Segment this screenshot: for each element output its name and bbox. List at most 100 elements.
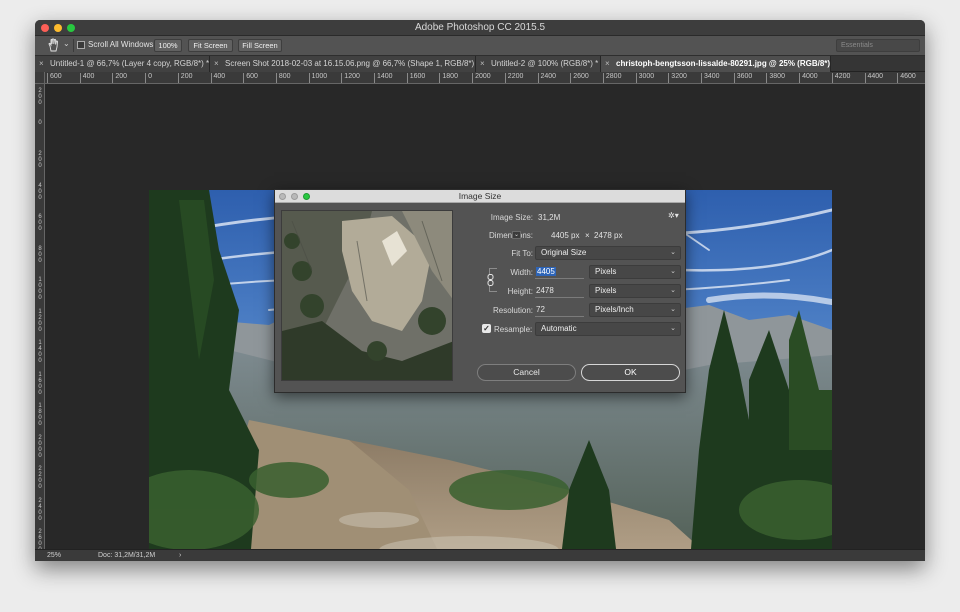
dialog-title: Image Size <box>458 191 502 201</box>
image-size-dialog: Image Size Image Size: 31,2M ✲▾ Dimensio… <box>274 189 686 393</box>
close-icon[interactable]: × <box>214 56 219 71</box>
ruler-corner[interactable] <box>35 72 45 84</box>
width-unit-select[interactable]: Pixels ⌄ <box>589 265 681 279</box>
chevron-down-icon: ⌄ <box>670 249 676 256</box>
ruler-tick-label: 6 0 0 <box>38 214 42 232</box>
ruler-tick-label: 2800 <box>602 73 621 83</box>
ruler-tick-label: 3400 <box>701 73 720 83</box>
ruler-tick-label: 4400 <box>864 73 883 83</box>
ruler-tick-label: 2000 <box>472 73 491 83</box>
ruler-tick-label: 800 <box>275 73 291 83</box>
ruler-tick-label: 0 <box>145 73 152 83</box>
zoom-level[interactable]: 25% <box>47 550 61 561</box>
ruler-tick-label: 1000 <box>308 73 327 83</box>
resample-select[interactable]: Automatic ⌄ <box>535 322 681 336</box>
width-unit: Pixels <box>595 267 617 276</box>
zoom-100-button[interactable]: 100% <box>154 39 182 52</box>
chevron-down-icon[interactable]: ⌄ <box>512 231 521 239</box>
height-unit-select[interactable]: Pixels ⌄ <box>589 284 681 298</box>
gear-icon[interactable]: ✲▾ <box>668 211 679 220</box>
dimensions-label: Dimensions: <box>488 231 533 240</box>
resolution-unit: Pixels/Inch <box>595 305 634 314</box>
ruler-tick-label: 2 0 0 <box>38 151 42 169</box>
tab-label: Untitled-2 @ 100% (RGB/8*) * <box>491 59 599 68</box>
ruler-tick-label: 3200 <box>668 73 687 83</box>
dialog-close-button[interactable] <box>279 193 286 200</box>
dialog-minimize-button[interactable] <box>291 193 298 200</box>
ruler-tick-label: 400 <box>79 73 94 83</box>
fit-to-select[interactable]: Original Size ⌄ <box>535 246 681 260</box>
height-label: Height: <box>507 287 533 296</box>
window-title: Adobe Photoshop CC 2015.5 <box>414 22 546 33</box>
tab-label: Screen Shot 2018-02-03 at 16.15.06.png @… <box>225 59 476 68</box>
fit-screen-button[interactable]: Fit Screen <box>188 39 233 52</box>
tab-label: Untitled-1 @ 66,7% (Layer 4 copy, RGB/8*… <box>50 59 210 68</box>
vertical-ruler[interactable]: 2 0 0 0 2 0 0 4 0 0 6 0 0 8 0 0 1 0 0 0 1 2 0 0… <box>35 84 45 553</box>
ruler-tick-label: 4000 <box>799 73 818 83</box>
resample-value: Automatic <box>541 324 577 333</box>
resolution-label: Resolution: <box>492 306 533 315</box>
tab-label: christoph-bengtsson-lissalde-80291.jpg @… <box>616 59 831 68</box>
height-unit: Pixels <box>595 286 617 295</box>
ruler-tick-label: 2600 <box>570 73 589 83</box>
fit-to-label: Fit To: <box>511 249 533 258</box>
document-tabs: × Untitled-1 @ 66,7% (Layer 4 copy, RGB/… <box>35 56 925 72</box>
ruler-tick-label: 3600 <box>733 73 752 83</box>
ruler-tick-label: 4600 <box>897 73 916 83</box>
tab-untitled-1[interactable]: × Untitled-1 @ 66,7% (Layer 4 copy, RGB/… <box>35 56 210 72</box>
ruler-tick-label: 1 8 0 0 <box>38 403 42 427</box>
resolution-unit-select[interactable]: Pixels/Inch ⌄ <box>589 303 681 317</box>
ruler-tick-label: 1 2 0 0 <box>38 308 42 333</box>
close-icon[interactable]: × <box>605 56 610 71</box>
ruler-tick-label: 1400 <box>374 73 393 83</box>
hand-icon[interactable] <box>47 38 61 52</box>
resample-label: Resample: <box>494 325 533 334</box>
ruler-tick-label: 600 <box>243 73 258 83</box>
close-icon[interactable]: × <box>480 56 485 71</box>
chevron-down-icon[interactable]: ⌄ <box>63 39 70 48</box>
chevron-down-icon: ⌄ <box>670 287 676 294</box>
ruler-tick-label: 200 <box>177 73 192 83</box>
chevron-down-icon: ⌄ <box>670 306 676 313</box>
dimensions-times: × <box>585 231 590 240</box>
ruler-tick-label: 2 0 0 0 <box>38 434 42 459</box>
tab-christoph-bengtsson[interactable]: × christoph-bengtsson-lissalde-80291.jpg… <box>601 56 831 72</box>
ruler-tick-label: 2200 <box>504 73 523 83</box>
ruler-tick-label: 8 0 0 <box>38 245 42 264</box>
resample-checkbox[interactable]: ✓ <box>482 324 491 333</box>
ruler-tick-label: 2 0 0 <box>38 88 42 106</box>
divider <box>73 39 74 52</box>
check-icon: ✓ <box>483 324 490 333</box>
height-input[interactable]: 2478 <box>535 284 584 298</box>
horizontal-ruler[interactable]: 600 400 200 0 200 400 600 800 1000 1200 1400 1600 18… <box>45 72 925 84</box>
chevron-down-icon: ⌄ <box>670 325 676 332</box>
workspace-switcher[interactable]: Essentials <box>836 39 920 52</box>
ruler-tick-label: 4200 <box>831 73 850 83</box>
cancel-button[interactable]: Cancel <box>477 364 576 381</box>
image-preview[interactable] <box>281 210 453 381</box>
dialog-title-bar: Image Size <box>275 190 685 203</box>
image-size-value: 31,2M <box>538 213 561 222</box>
ruler-tick-label: 600 <box>47 73 62 83</box>
width-input[interactable]: 4405 <box>535 265 584 279</box>
ruler-tick-label: 1 6 0 0 <box>38 371 42 396</box>
ruler-tick-label: 3000 <box>635 73 654 83</box>
scroll-all-windows-checkbox[interactable] <box>77 41 85 49</box>
fill-screen-button[interactable]: Fill Screen <box>238 39 282 52</box>
resolution-value: 72 <box>536 305 545 314</box>
dialog-zoom-button[interactable] <box>303 193 310 200</box>
options-bar: ⌄ Scroll All Windows 100% Fit Screen Fil… <box>35 36 925 56</box>
image-size-label: Image Size: <box>490 213 533 222</box>
ruler-tick-label: 1800 <box>439 73 458 83</box>
title-bar: Adobe Photoshop CC 2015.5 <box>35 20 925 36</box>
status-menu-arrow[interactable]: › <box>179 550 181 561</box>
tab-untitled-2[interactable]: × Untitled-2 @ 100% (RGB/8*) * <box>476 56 601 72</box>
ruler-tick-label: 1 4 0 0 <box>38 340 42 364</box>
height-value: 2478 <box>536 286 554 295</box>
resolution-input[interactable]: 72 <box>535 303 584 317</box>
ruler-tick-label: 2 4 0 0 <box>38 497 42 522</box>
tab-screen-shot[interactable]: × Screen Shot 2018-02-03 at 16.15.06.png… <box>210 56 476 72</box>
ok-button[interactable]: OK <box>581 364 680 381</box>
chevron-down-icon: ⌄ <box>670 268 676 275</box>
close-icon[interactable]: × <box>39 56 44 71</box>
